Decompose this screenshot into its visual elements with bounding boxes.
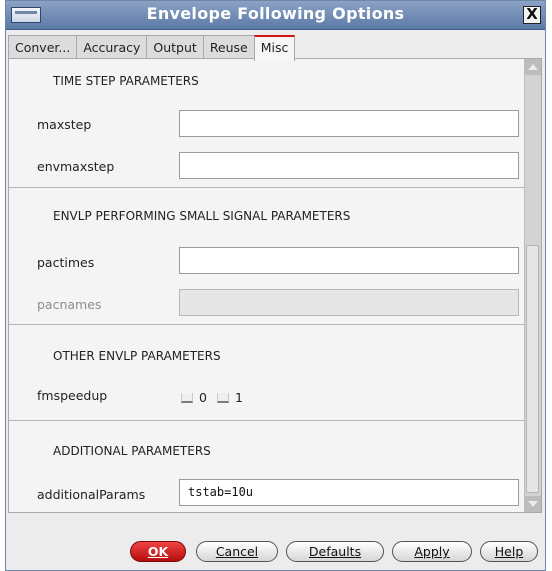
envelope-options-dialog: Envelope Following Options X Conver... A… [5, 0, 546, 571]
section-divider [9, 324, 527, 325]
additional-params-label: additionalParams [37, 487, 146, 502]
vertical-scrollbar[interactable] [524, 59, 541, 512]
fmspeedup-options: 0 1 [181, 390, 243, 405]
fmspeedup-0-checkbox[interactable] [181, 392, 193, 403]
ok-button[interactable]: OK [130, 541, 186, 562]
tab-bar: Conver... Accuracy Output Reuse Misc [8, 35, 296, 61]
scroll-down-icon[interactable] [525, 496, 541, 512]
misc-panel: TIME STEP PARAMETERS maxstep envmaxstep … [8, 58, 542, 513]
apply-button-label: Apply [414, 544, 450, 559]
close-button[interactable]: X [523, 6, 541, 24]
tab-misc[interactable]: Misc [253, 35, 296, 61]
additional-params-heading: ADDITIONAL PARAMETERS [53, 444, 211, 458]
maxstep-field[interactable] [179, 110, 519, 137]
help-button[interactable]: Help [480, 541, 538, 562]
envmaxstep-label: envmaxstep [37, 159, 115, 174]
section-divider [9, 420, 527, 421]
help-button-label: Help [494, 544, 524, 559]
fmspeedup-1-checkbox[interactable] [216, 392, 229, 403]
fmspeedup-0-label: 0 [199, 390, 207, 405]
defaults-button-label: Defaults [308, 544, 362, 559]
tab-output[interactable]: Output [146, 35, 204, 59]
section-divider [9, 187, 527, 188]
time-step-heading: TIME STEP PARAMETERS [53, 74, 199, 88]
window-title: Envelope Following Options [146, 4, 405, 23]
other-params-heading: OTHER ENVLP PARAMETERS [53, 349, 221, 363]
pactimes-field[interactable] [179, 247, 519, 274]
pacnames-field [179, 289, 519, 316]
dialog-button-bar: OK Cancel Defaults Apply Help [6, 517, 545, 570]
pacnames-label: pacnames [37, 297, 102, 312]
scroll-up-icon[interactable] [525, 59, 541, 75]
fmspeedup-1-label: 1 [234, 390, 243, 405]
tab-convergence[interactable]: Conver... [8, 35, 78, 59]
maxstep-label: maxstep [37, 117, 92, 132]
pactimes-label: pactimes [37, 255, 95, 270]
ok-button-label: OK [147, 544, 169, 559]
small-signal-heading: ENVLP PERFORMING SMALL SIGNAL PARAMETERS [53, 209, 351, 223]
title-bar[interactable]: Envelope Following Options X [6, 1, 545, 30]
additional-params-field[interactable]: tstab=10u [179, 479, 519, 506]
fmspeedup-label: fmspeedup [37, 388, 108, 403]
defaults-button[interactable]: Defaults [286, 541, 384, 562]
tab-accuracy[interactable]: Accuracy [76, 35, 148, 59]
cancel-button-label: Cancel [215, 544, 259, 559]
apply-button[interactable]: Apply [392, 541, 472, 562]
cancel-button[interactable]: Cancel [196, 541, 278, 562]
tab-reuse[interactable]: Reuse [202, 35, 255, 59]
envmaxstep-field[interactable] [179, 152, 519, 179]
scrollbar-thumb[interactable] [526, 245, 539, 493]
